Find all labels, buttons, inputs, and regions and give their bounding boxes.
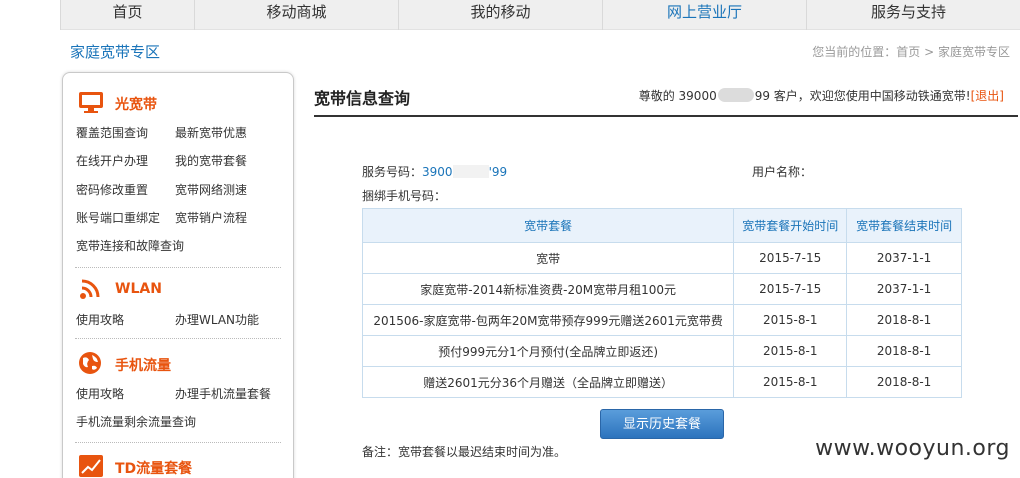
masked-number — [717, 88, 754, 102]
table-row: 201506-家庭宽带-包两年20M宽带预存999元赠送2601元宽带费 201… — [361, 304, 962, 336]
cell-start-date: 2015-8-1 — [733, 304, 848, 336]
note-text: 备注：宽带套餐以最迟结束时间为准。 — [362, 445, 567, 459]
sidebar-link-fault-query[interactable]: 宽带连接和故障查询 — [76, 237, 184, 254]
watermark: www.wooyun.org — [815, 436, 1010, 461]
breadcrumb-current: 家庭宽带专区 — [937, 45, 1010, 59]
cell-package: 家庭宽带-2014新标准资费-20M宽带月租100元 — [361, 273, 735, 305]
cell-end-date: 2018-8-1 — [846, 304, 962, 336]
service-number-value-b: '99 — [488, 165, 508, 179]
service-number-label: 服务号码： — [362, 165, 423, 179]
nav-item-my-mobile[interactable]: 我的移动 — [398, 0, 602, 30]
chart-icon — [79, 455, 103, 477]
sidebar-link-wlan-guide[interactable]: 使用攻略 — [76, 311, 124, 328]
cell-start-date: 2015-8-1 — [733, 366, 848, 398]
show-history-button[interactable]: 显示历史套餐 — [600, 409, 724, 439]
breadcrumb-prefix: 您当前的位置： — [812, 45, 897, 59]
logout-link[interactable]: [退出] — [971, 89, 1004, 103]
sidebar-link-coverage[interactable]: 覆盖范围查询 — [76, 124, 148, 141]
sidebar-group-title: TD流量套餐 — [115, 461, 193, 477]
sidebar-group-title: WLAN — [115, 281, 162, 297]
table-header-row: 宽带套餐 宽带套餐开始时间 宽带套餐结束时间 — [361, 208, 962, 243]
globe-icon — [79, 352, 101, 374]
cell-end-date: 2037-1-1 — [846, 273, 962, 305]
cell-end-date: 2018-8-1 — [846, 366, 962, 398]
table-row: 宽带 2015-7-15 2037-1-1 — [361, 242, 962, 274]
sidebar-group-title: 手机流量 — [115, 358, 171, 374]
masked-number — [452, 165, 489, 178]
monitor-icon — [79, 92, 103, 113]
nav-item-mall[interactable]: 移动商城 — [194, 0, 398, 30]
welcome-suffix: 99 客户，欢迎您使用中国移动铁通宽带! — [754, 89, 971, 103]
cell-start-date: 2015-7-15 — [733, 242, 848, 274]
table-row: 预付999元分1个月预付(全品牌立即返还) 2015-8-1 2018-8-1 — [361, 335, 962, 367]
cell-package: 201506-家庭宽带-包两年20M宽带预存999元赠送2601元宽带费 — [361, 304, 735, 336]
nav-item-home[interactable]: 首页 — [60, 0, 194, 30]
wifi-icon — [80, 279, 100, 299]
sidebar-link-data-guide[interactable]: 使用攻略 — [76, 385, 124, 402]
sidebar-group-title: 光宽带 — [115, 97, 157, 113]
sidebar-link-wlan-apply[interactable]: 办理WLAN功能 — [175, 311, 259, 328]
breadcrumb: 您当前的位置：首页 > 家庭宽带专区 — [812, 43, 1010, 60]
welcome-message: 尊敬的 39000 99 客户，欢迎您使用中国移动铁通宽带![退出] — [639, 87, 1004, 104]
page-title: 宽带信息查询 — [314, 89, 411, 108]
cell-package: 预付999元分1个月预付(全品牌立即返还) — [361, 335, 735, 367]
cell-start-date: 2015-7-15 — [733, 273, 848, 305]
sidebar-link-open-account[interactable]: 在线开户办理 — [76, 152, 148, 169]
bound-phone-label: 捆绑手机号码： — [362, 189, 447, 203]
sidebar-link-latest-offers[interactable]: 最新宽带优惠 — [175, 124, 247, 141]
nav-item-service-support[interactable]: 服务与支持 — [806, 0, 1010, 30]
column-header-end-date: 宽带套餐结束时间 — [846, 208, 962, 243]
column-header-package: 宽带套餐 — [361, 208, 735, 243]
cell-end-date: 2018-8-1 — [846, 335, 962, 367]
title-divider — [314, 115, 1018, 117]
top-nav: 首页 移动商城 我的移动 网上营业厅 服务与支持 — [0, 0, 1020, 30]
service-number-row: 服务号码：3900 '99 — [362, 163, 507, 180]
sidebar-link-data-package[interactable]: 办理手机流量套餐 — [175, 385, 271, 402]
breadcrumb-sep: > — [924, 45, 935, 59]
section-title: 家庭宽带专区 — [70, 43, 161, 61]
cell-start-date: 2015-8-1 — [733, 335, 848, 367]
table-row: 家庭宽带-2014新标准资费-20M宽带月租100元 2015-7-15 203… — [361, 273, 962, 305]
sidebar-divider — [75, 267, 281, 268]
sidebar-link-password-reset[interactable]: 密码修改重置 — [76, 181, 148, 198]
username-label: 用户名称： — [752, 165, 813, 179]
sidebar-link-port-rebind[interactable]: 账号端口重绑定 — [76, 209, 160, 226]
sidebar-link-cancel-flow[interactable]: 宽带销户流程 — [175, 209, 247, 226]
sidebar-divider — [75, 442, 281, 443]
column-header-start-date: 宽带套餐开始时间 — [733, 208, 848, 243]
sidebar-link-speed-test[interactable]: 宽带网络测速 — [175, 181, 247, 198]
top-nav-spacer — [0, 0, 60, 30]
nav-item-online-hall[interactable]: 网上营业厅 — [602, 0, 806, 30]
breadcrumb-home[interactable]: 首页 — [896, 45, 920, 59]
sidebar-link-data-remaining[interactable]: 手机流量剩余流量查询 — [76, 413, 196, 430]
sidebar-link-my-package[interactable]: 我的宽带套餐 — [175, 152, 247, 169]
table-row: 赠送2601元分36个月赠送（全品牌立即赠送） 2015-8-1 2018-8-… — [361, 366, 962, 398]
sidebar-divider — [75, 338, 281, 339]
service-number-value-a: 3900 — [422, 165, 453, 179]
cell-package: 赠送2601元分36个月赠送（全品牌立即赠送） — [361, 366, 735, 398]
package-table: 宽带套餐 宽带套餐开始时间 宽带套餐结束时间 宽带 2015-7-15 2037… — [361, 208, 962, 398]
cell-package: 宽带 — [361, 242, 735, 274]
sidebar: 光宽带 覆盖范围查询 最新宽带优惠 在线开户办理 我的宽带套餐 密码修改重置 宽… — [62, 72, 294, 478]
welcome-prefix: 尊敬的 39000 — [638, 89, 717, 103]
cell-end-date: 2037-1-1 — [846, 242, 962, 274]
